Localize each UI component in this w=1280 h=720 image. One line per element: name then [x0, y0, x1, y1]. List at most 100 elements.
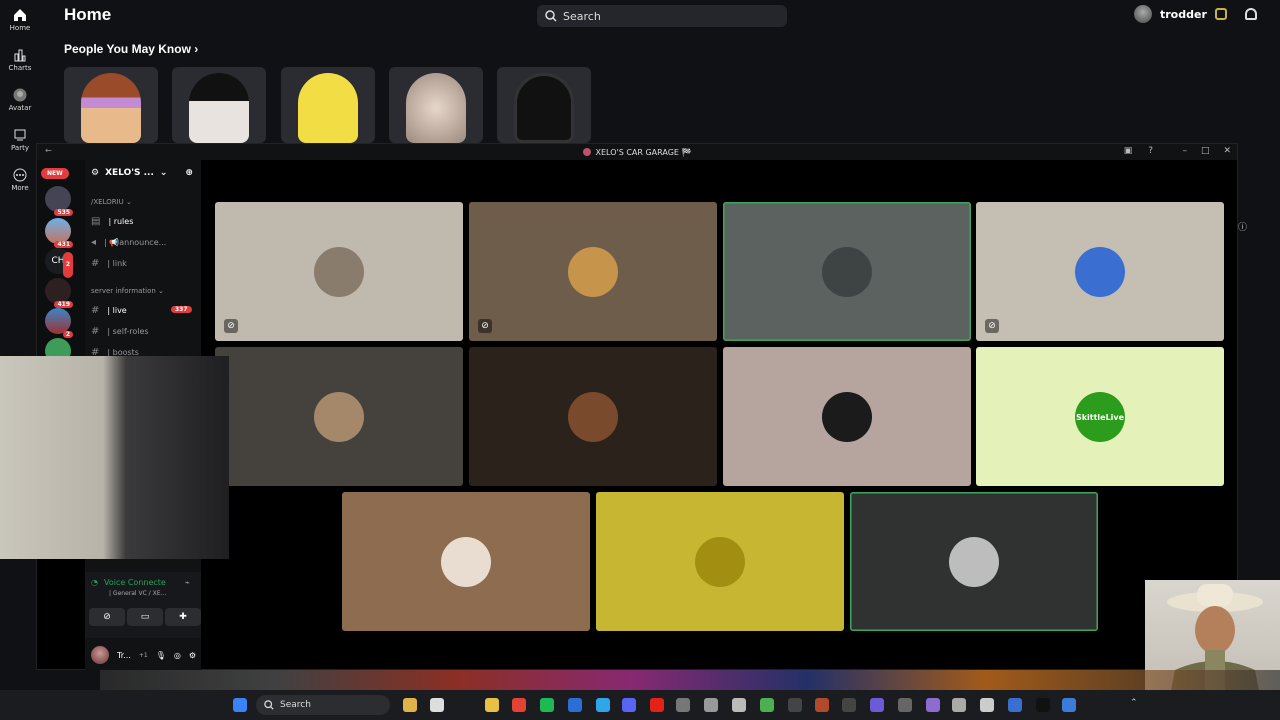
avatar[interactable]: [91, 646, 109, 664]
obsidian-icon[interactable]: [926, 698, 940, 712]
username[interactable]: trodder: [1160, 8, 1207, 21]
bell-icon[interactable]: [1244, 8, 1257, 20]
avatar-icon: [13, 88, 27, 102]
headphones-icon[interactable]: ◎: [174, 651, 181, 660]
friend-card[interactable]: [497, 67, 591, 143]
muted-icon: ⊘: [478, 319, 492, 333]
friend-card[interactable]: [389, 67, 483, 143]
participant-tile[interactable]: [850, 492, 1098, 631]
chrome-icon[interactable]: [512, 698, 526, 712]
roblox-search-bar[interactable]: Search: [537, 5, 787, 27]
back-icon[interactable]: ←: [45, 146, 52, 155]
server-icon[interactable]: 419: [45, 278, 73, 308]
section-header[interactable]: People You May Know ›: [64, 42, 198, 56]
participant-avatar: [568, 392, 618, 442]
add-member-icon[interactable]: ⊕: [185, 168, 193, 178]
participant-tile[interactable]: [723, 202, 971, 341]
megaphone-icon: ◂: [91, 237, 97, 248]
calculator-icon[interactable]: [676, 698, 690, 712]
settings-icon[interactable]: ⚙: [189, 651, 196, 660]
participant-tile[interactable]: ⊘: [469, 202, 717, 341]
noise-icon[interactable]: ⌁: [185, 578, 190, 587]
chat-icon[interactable]: [980, 698, 994, 712]
nav-avatar[interactable]: Avatar: [0, 88, 40, 112]
file-explorer-icon[interactable]: [485, 698, 499, 712]
participant-tile[interactable]: [342, 492, 590, 631]
server-name: XELO'S ...: [105, 168, 154, 178]
settings-icon[interactable]: [732, 698, 746, 712]
search-input[interactable]: Search: [563, 10, 601, 23]
copilot-icon[interactable]: [403, 698, 417, 712]
signal-icon: ◔: [91, 578, 98, 587]
ea-icon[interactable]: [788, 698, 802, 712]
home-icon: [14, 9, 26, 21]
inbox-icon[interactable]: ▣: [1124, 146, 1133, 156]
g-icon[interactable]: [952, 698, 966, 712]
channel-category[interactable]: server information ⌄: [91, 287, 164, 295]
channel-announcements[interactable]: ◂ | 📢announce...: [91, 237, 166, 248]
participant-tile[interactable]: [215, 347, 463, 486]
server-icon[interactable]: CH 2: [45, 248, 73, 278]
chevron-up-icon[interactable]: ⌃: [1130, 698, 1138, 708]
obs-icon[interactable]: [842, 698, 856, 712]
participant-tile[interactable]: [469, 347, 717, 486]
help-icon[interactable]: ?: [1148, 146, 1153, 156]
server-icon[interactable]: 535: [45, 186, 73, 216]
participant-avatar: [822, 247, 872, 297]
info-icon[interactable]: ⓘ: [1238, 220, 1247, 233]
editor-icon[interactable]: [568, 698, 582, 712]
camera-off-button[interactable]: ⊘: [89, 608, 125, 626]
nav-charts[interactable]: Charts: [0, 48, 40, 72]
channel-label: | link: [107, 259, 127, 268]
channel-rules[interactable]: ▤ | rules: [91, 216, 133, 227]
server-header[interactable]: ⚙ XELO'S ... ⌄ ⊕: [91, 168, 193, 178]
channel-self-roles[interactable]: # | self-roles: [91, 326, 149, 337]
minimize-icon[interactable]: –: [1182, 146, 1187, 156]
friend-card[interactable]: [281, 67, 375, 143]
task-view-icon[interactable]: [430, 698, 444, 712]
robux-icon[interactable]: [1214, 8, 1227, 20]
voice-status[interactable]: ◔ Voice Connecte: [91, 578, 166, 587]
activities-button[interactable]: ✚: [165, 608, 201, 626]
channel-live[interactable]: # | live: [91, 305, 127, 316]
steam-icon[interactable]: [898, 698, 912, 712]
avatar[interactable]: [1134, 5, 1152, 23]
server-icon[interactable]: 431: [45, 218, 73, 248]
server-icon[interactable]: 2: [45, 308, 73, 338]
game-icon[interactable]: [870, 698, 884, 712]
youtube-icon[interactable]: [650, 698, 664, 712]
nav-home[interactable]: Home: [0, 8, 40, 32]
app-icon[interactable]: [815, 698, 829, 712]
tiktok-icon[interactable]: [1036, 698, 1050, 712]
participant-tile[interactable]: SkittleLive: [976, 347, 1224, 486]
new-pill[interactable]: NEW: [41, 168, 69, 179]
close-icon[interactable]: ✕: [1223, 146, 1231, 156]
spotify-icon[interactable]: [540, 698, 554, 712]
channel-link[interactable]: # | link: [91, 258, 127, 269]
participant-tile[interactable]: [596, 492, 844, 631]
chevron-down-icon: ⌄: [159, 168, 168, 178]
screen-share-button[interactable]: ▭: [127, 608, 163, 626]
media-icon[interactable]: [704, 698, 718, 712]
participant-tile[interactable]: ⊘: [976, 202, 1224, 341]
participant-tile[interactable]: [723, 347, 971, 486]
voice-channel-name[interactable]: | General VC / XE...: [109, 590, 166, 597]
friend-card[interactable]: [172, 67, 266, 143]
vscode-icon[interactable]: [596, 698, 610, 712]
maximize-icon[interactable]: □: [1201, 146, 1210, 156]
minecraft-icon[interactable]: [760, 698, 774, 712]
nav-more[interactable]: More: [0, 168, 40, 192]
microphone-icon[interactable]: 🎙: [156, 651, 166, 660]
user-name[interactable]: Tr...: [117, 651, 131, 660]
taskbar-search[interactable]: Search: [256, 695, 390, 715]
participant-tile[interactable]: ⊘: [215, 202, 463, 341]
roblox-icon[interactable]: [1062, 698, 1076, 712]
channel-category[interactable]: /XELORIU ⌄: [91, 198, 132, 206]
nav-party[interactable]: Party: [0, 128, 40, 152]
participant-avatar-label: SkittleLive: [1075, 412, 1125, 422]
discord-icon[interactable]: [622, 698, 636, 712]
friend-card[interactable]: [64, 67, 158, 143]
browser-icon[interactable]: [1008, 698, 1022, 712]
more-icon: [13, 168, 27, 182]
windows-icon[interactable]: [233, 698, 247, 712]
